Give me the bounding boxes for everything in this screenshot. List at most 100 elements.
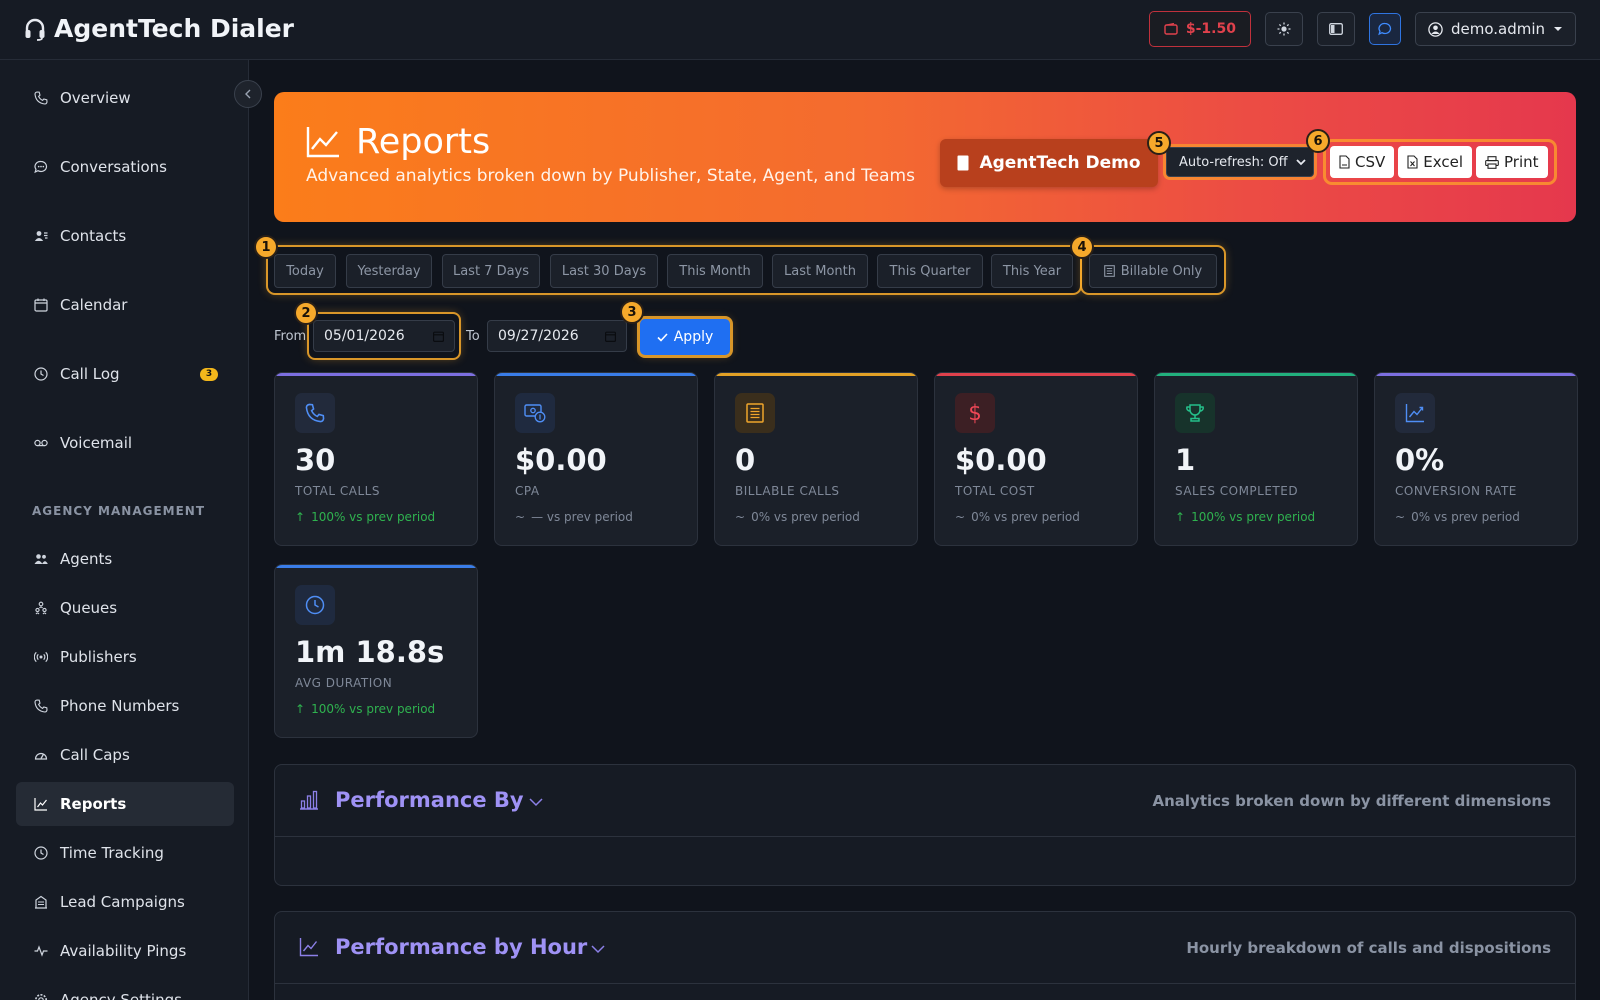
print-button[interactable]: Print: [1476, 146, 1548, 178]
auto-refresh-value: Auto-refresh: Off: [1179, 154, 1288, 170]
stat-label: TOTAL CALLS: [295, 484, 380, 498]
stat-value: 0%: [1395, 443, 1445, 477]
layout-toggle-button[interactable]: [1316, 12, 1355, 46]
arrow-up-icon: ↑: [295, 702, 306, 716]
sidebar-item-label: Lead Campaigns: [60, 893, 185, 911]
user-menu-button[interactable]: demo.admin: [1414, 12, 1576, 46]
clock-icon: [34, 846, 48, 860]
range-last-7-days-button[interactable]: Last 7 Days: [442, 254, 540, 288]
agency-selector-button[interactable]: AgentTech Demo: [940, 139, 1158, 187]
sidebar-item-calendar[interactable]: Calendar: [16, 283, 234, 327]
receipt-icon: [735, 393, 775, 433]
sidebar-collapse-button[interactable]: [234, 80, 262, 108]
billable-only-label: Billable Only: [1120, 263, 1203, 279]
sidebar-item-label: Conversations: [60, 158, 167, 176]
call-log-count-badge: 3: [200, 368, 218, 381]
sidebar-item-label: Phone Numbers: [60, 697, 180, 715]
sidebar-item-label: Call Caps: [60, 746, 130, 764]
sidebar-item-agency-settings[interactable]: Agency Settings: [16, 978, 234, 1000]
receipt-icon: [1103, 265, 1115, 277]
apply-label: Apply: [673, 329, 714, 345]
excel-file-icon: [1407, 155, 1418, 169]
voicemail-icon: [34, 438, 48, 448]
gear-icon: [34, 993, 48, 1000]
sidebar-item-agents[interactable]: Agents: [16, 537, 234, 581]
stat-label: TOTAL COST: [955, 484, 1035, 498]
range-this-month-button[interactable]: This Month: [667, 254, 763, 288]
stat-label: BILLABLE CALLS: [735, 484, 840, 498]
sidebar-item-phone-numbers[interactable]: Phone Numbers: [16, 684, 234, 728]
range-yesterday-button[interactable]: Yesterday: [346, 254, 432, 288]
sidebar-item-label: Overview: [60, 89, 131, 107]
from-date-input[interactable]: 05/01/2026: [313, 320, 455, 352]
chat-icon: [1378, 22, 1392, 36]
brand[interactable]: AgentTech Dialer: [24, 14, 294, 43]
stat-label: CPA: [515, 484, 540, 498]
range-this-year-button[interactable]: This Year: [991, 254, 1073, 288]
card-accent-bar: [1155, 373, 1357, 376]
sidebar-item-queues[interactable]: Queues: [16, 586, 234, 630]
wallet-icon: [1164, 23, 1178, 35]
stat-value: 1: [1175, 443, 1196, 477]
sidebar-item-availability-pings[interactable]: Availability Pings: [16, 929, 234, 973]
chevron-down-icon: [591, 945, 605, 954]
print-label: Print: [1504, 153, 1539, 171]
range-this-quarter-button[interactable]: This Quarter: [877, 254, 983, 288]
sidebar-section-label: AGENCY MANAGEMENT: [32, 504, 206, 518]
stat-value: 30: [295, 443, 336, 477]
chevron-down-icon: [1295, 158, 1306, 166]
line-chart-icon: [299, 937, 319, 957]
apply-button[interactable]: Apply: [640, 319, 730, 355]
sidebar-item-contacts[interactable]: Contacts: [16, 214, 234, 258]
marker-badge: 3: [620, 300, 644, 324]
excel-export-button[interactable]: Excel: [1398, 146, 1472, 178]
performance-by-hour-section: Performance by Hour Hourly breakdown of …: [274, 911, 1576, 1000]
gauge-icon: [34, 749, 48, 761]
dollar-icon: $: [955, 393, 995, 433]
stat-value: $0.00: [955, 443, 1047, 477]
sidebar-item-call-log[interactable]: Call Log 3: [16, 352, 234, 396]
theme-toggle-button[interactable]: [1264, 12, 1303, 46]
stat-trend: ↑ 100% vs prev period: [1175, 510, 1315, 524]
clock-icon: [295, 585, 335, 625]
csv-export-label: CSV: [1355, 153, 1386, 171]
sidebar-item-conversations[interactable]: Conversations: [16, 145, 234, 189]
performance-by-header[interactable]: Performance By Analytics broken down by …: [275, 765, 1575, 837]
to-label: To: [466, 329, 480, 344]
sidebar-item-overview[interactable]: Overview: [16, 76, 234, 120]
stat-card-avg-duration: 1m 18.8s AVG DURATION ↑ 100% vs prev peri…: [274, 564, 478, 738]
export-button-group: CSV Excel Print: [1326, 142, 1554, 182]
range-today-button[interactable]: Today: [274, 254, 336, 288]
users-icon: [34, 553, 48, 565]
stat-trend: ~0% vs prev period: [735, 510, 860, 524]
line-chart-icon: [306, 126, 340, 158]
range-last-30-days-button[interactable]: Last 30 Days: [550, 254, 658, 288]
balance-button[interactable]: $-1.50: [1148, 11, 1251, 47]
messages-button[interactable]: [1368, 13, 1401, 45]
balance-value: $-1.50: [1185, 21, 1236, 37]
auto-refresh-select[interactable]: Auto-refresh: Off: [1166, 147, 1314, 177]
sidebar-item-call-caps[interactable]: Call Caps: [16, 733, 234, 777]
caret-down-icon: [1553, 26, 1563, 32]
chat-icon: [34, 160, 48, 174]
sidebar-item-voicemail[interactable]: Voicemail: [16, 421, 234, 465]
to-date-input[interactable]: 09/27/2026: [487, 320, 627, 352]
billable-only-toggle[interactable]: Billable Only: [1089, 254, 1217, 288]
csv-export-button[interactable]: CSV: [1330, 146, 1395, 178]
card-accent-bar: [935, 373, 1137, 376]
to-date-value: 09/27/2026: [498, 328, 579, 344]
arrow-up-icon: ↑: [1175, 510, 1186, 524]
sidebar-item-reports[interactable]: Reports: [16, 782, 234, 826]
sidebar-item-time-tracking[interactable]: Time Tracking: [16, 831, 234, 875]
performance-by-hour-header[interactable]: Performance by Hour Hourly breakdown of …: [275, 912, 1575, 984]
card-accent-bar: [275, 565, 477, 568]
queue-icon: [34, 601, 48, 615]
dash-icon: ~: [955, 510, 966, 524]
card-accent-bar: [1375, 373, 1577, 376]
range-last-month-button[interactable]: Last Month: [772, 254, 868, 288]
sidebar-item-lead-campaigns[interactable]: Lead Campaigns: [16, 880, 234, 924]
sidebar-item-label: Agents: [60, 550, 113, 568]
sidebar-item-publishers[interactable]: Publishers: [16, 635, 234, 679]
stat-card-sales-completed: 1 SALES COMPLETED ↑ 100% vs prev period: [1154, 372, 1358, 546]
sidebar: Overview Conversations Contacts Calendar…: [0, 60, 249, 1000]
